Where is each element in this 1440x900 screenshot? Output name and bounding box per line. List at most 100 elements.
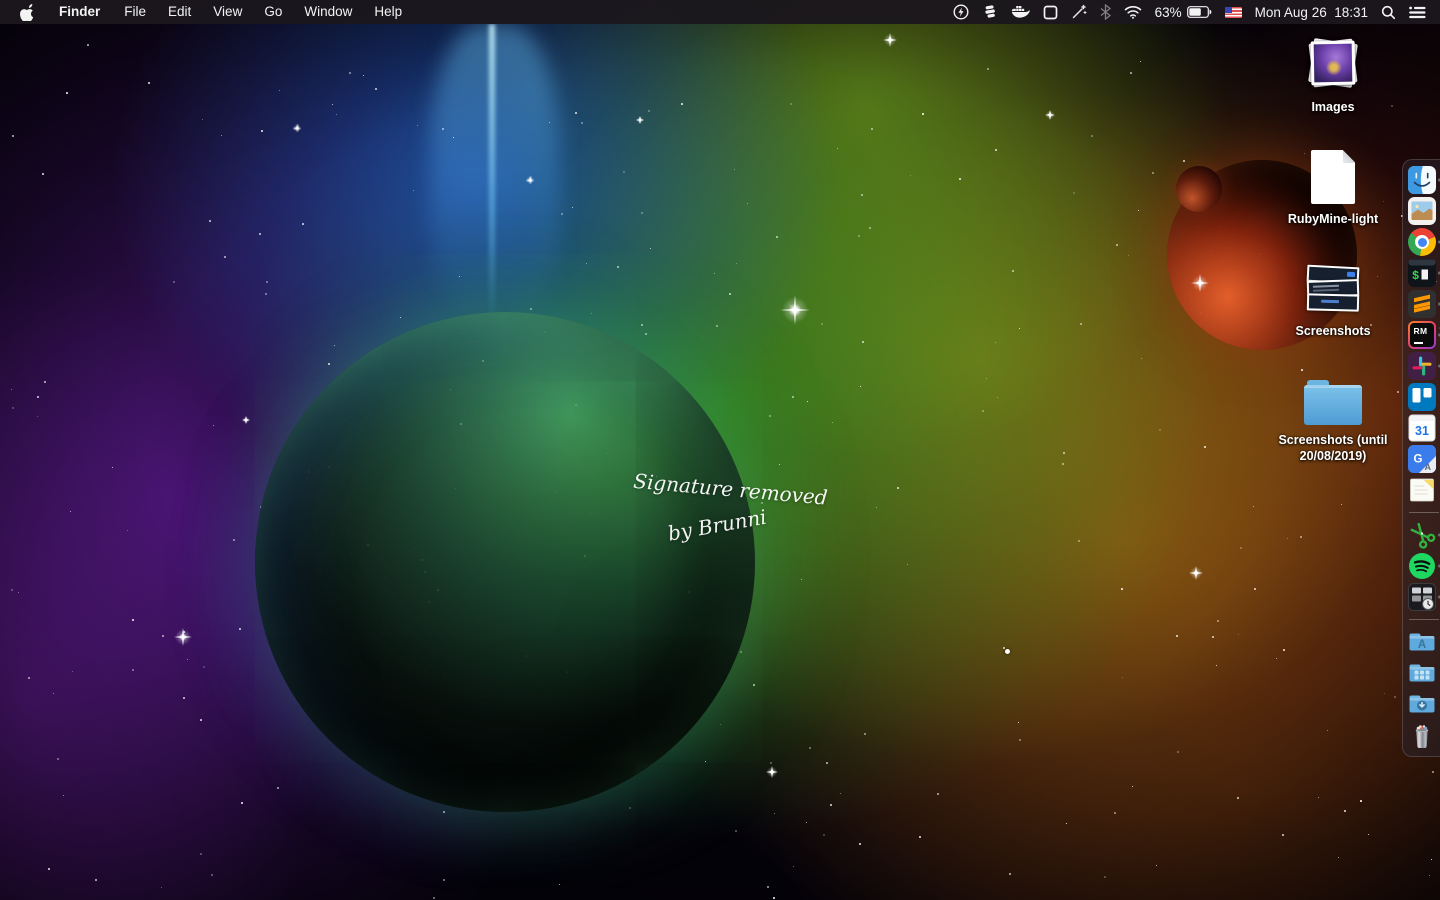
input-source-flag[interactable] — [1225, 7, 1242, 18]
star — [753, 684, 755, 686]
star — [959, 178, 961, 180]
menu-bar-clock[interactable]: Mon Aug 26 18:31 — [1255, 5, 1368, 20]
menu-item-file[interactable]: File — [113, 0, 157, 24]
translate-icon: GA — [1408, 445, 1436, 473]
star — [241, 802, 243, 804]
wallpaper: Signature removed by Brunni — [0, 0, 1440, 900]
star — [1159, 429, 1161, 431]
dock-item-documents-folder[interactable] — [1407, 659, 1440, 687]
flare-star — [174, 628, 192, 646]
menu-item-finder[interactable]: Finder — [48, 0, 113, 24]
rectangle-icon[interactable] — [1043, 5, 1058, 20]
star — [641, 324, 643, 326]
desktop-icon-images[interactable]: Images — [1271, 36, 1395, 115]
wand-icon[interactable] — [1071, 4, 1087, 20]
battery-status[interactable]: 63% — [1155, 5, 1212, 20]
menu-item-window[interactable]: Window — [293, 0, 363, 24]
menu-item-view[interactable]: View — [202, 0, 253, 24]
star — [1176, 635, 1178, 637]
dock-item-downloads-folder[interactable] — [1407, 690, 1440, 718]
bluetooth-icon[interactable] — [1100, 4, 1111, 20]
star — [265, 293, 267, 295]
star — [334, 345, 335, 346]
desktop-icon-screenshots[interactable]: Screenshots — [1271, 260, 1395, 339]
star — [12, 135, 14, 137]
notification-center-icon[interactable] — [1409, 6, 1426, 19]
flare-star — [1191, 274, 1209, 292]
menu-item-edit[interactable]: Edit — [157, 0, 202, 24]
star — [443, 879, 445, 881]
stacks-icon[interactable] — [982, 4, 998, 20]
dock-item-spotify[interactable] — [1407, 552, 1440, 580]
star — [729, 293, 731, 295]
dock-item-sublime-text[interactable] — [1407, 290, 1440, 318]
finder-icon — [1408, 166, 1436, 194]
dock-item-time-tracker[interactable] — [1407, 583, 1440, 611]
dock-item-trash[interactable] — [1407, 721, 1440, 749]
spotlight-icon[interactable] — [1381, 5, 1396, 20]
menu-item-help[interactable]: Help — [363, 0, 413, 24]
star — [734, 169, 735, 170]
folder-icon — [1304, 385, 1362, 425]
apple-menu[interactable] — [0, 4, 48, 21]
star — [769, 415, 771, 417]
star — [736, 263, 737, 264]
documents-folder-icon — [1408, 659, 1436, 687]
desktop-icon-rubymine-light[interactable]: RubyMine-light — [1271, 148, 1395, 227]
photo-stack-icon — [1305, 36, 1361, 92]
flare-star — [1189, 566, 1203, 580]
star — [1301, 369, 1303, 371]
dock-item-iterm[interactable]: $ — [1407, 259, 1440, 287]
star — [767, 886, 769, 888]
star — [861, 194, 863, 196]
iterm-icon: $ — [1408, 259, 1436, 287]
star — [907, 564, 908, 565]
star — [774, 813, 775, 814]
screenshot-tool-icon — [1408, 521, 1436, 549]
red-planet-moon — [1176, 166, 1222, 212]
menu-item-go[interactable]: Go — [253, 0, 293, 24]
dock-item-preview[interactable] — [1407, 197, 1440, 225]
chrome-icon — [1408, 228, 1436, 256]
star — [1130, 72, 1132, 74]
power-icon[interactable] — [953, 4, 969, 20]
time-tracker-icon — [1408, 583, 1436, 611]
dock-item-slack[interactable] — [1407, 352, 1440, 380]
star — [433, 897, 435, 899]
star — [790, 103, 792, 105]
dock-item-translate[interactable]: GA — [1407, 445, 1440, 473]
star — [1287, 538, 1288, 539]
star — [1431, 859, 1432, 860]
star — [806, 822, 807, 823]
star — [1132, 786, 1133, 787]
dock-item-trello[interactable] — [1407, 383, 1440, 411]
star — [987, 68, 989, 70]
star — [793, 866, 794, 867]
dock-item-applications-folder[interactable]: A — [1407, 628, 1440, 656]
star — [363, 75, 364, 76]
star — [1276, 658, 1277, 659]
dock-item-chrome[interactable] — [1407, 228, 1440, 256]
star — [259, 233, 261, 235]
flare-star — [766, 766, 778, 778]
star — [871, 128, 873, 130]
menu-items: FinderFileEditViewGoWindowHelp — [48, 0, 413, 24]
wifi-icon[interactable] — [1124, 5, 1142, 19]
dock-item-finder[interactable] — [1407, 166, 1440, 194]
docker-icon[interactable] — [1011, 5, 1030, 20]
dock-item-screenshot-tool[interactable] — [1407, 521, 1440, 549]
svg-text:$: $ — [1412, 269, 1419, 283]
star — [37, 416, 38, 417]
star — [586, 263, 587, 264]
svg-text:31: 31 — [1415, 424, 1429, 438]
star — [279, 90, 280, 91]
star — [1091, 135, 1093, 137]
star — [995, 149, 997, 151]
dock-item-notes[interactable] — [1407, 476, 1440, 504]
desktop-icon-screenshots-until[interactable]: Screenshots (until 20/08/2019) — [1271, 372, 1395, 465]
star — [328, 363, 330, 365]
dock-item-rubymine[interactable]: RM — [1407, 321, 1440, 349]
dock-item-calendar[interactable]: 31 — [1407, 414, 1440, 442]
star — [1183, 160, 1185, 162]
star — [1212, 636, 1214, 638]
